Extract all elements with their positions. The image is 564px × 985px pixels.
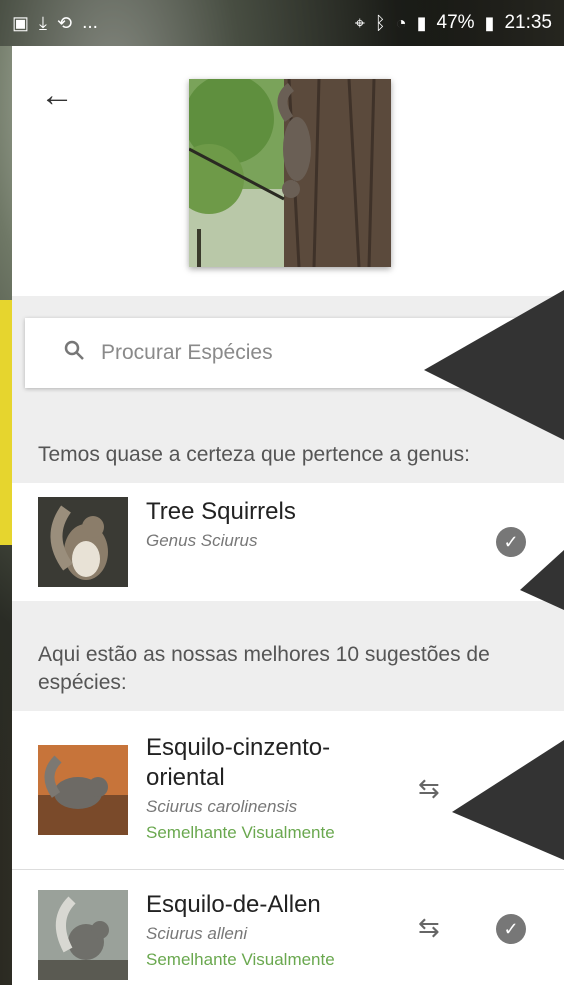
suggestion-row[interactable]: Esquilo-de-Allen Sciurus alleni Semelhan… — [12, 870, 564, 985]
select-check-icon[interactable]: ✓ — [496, 914, 526, 944]
status-ellipsis: ... — [82, 12, 98, 33]
compare-icon[interactable]: ⇆ — [418, 912, 440, 943]
species-scientific-name: Sciurus alleni — [146, 924, 248, 943]
compare-icon[interactable]: ⇆ — [418, 773, 440, 804]
image-icon: ▣ — [12, 12, 30, 33]
download-icon: ⤓ — [39, 12, 47, 33]
suggestion-thumbnail — [38, 745, 128, 835]
location-icon: ⌖ — [354, 12, 365, 33]
tutorial-pointer — [452, 740, 564, 860]
species-scientific-name: Sciurus carolinensis — [146, 797, 298, 816]
status-bar: ▣ ⤓ ⟲ ... ⌖ ᛒ ◔ ▮ 47% ▮ 21:35 — [0, 0, 564, 46]
visual-match-badge: Semelhante Visualmente — [146, 823, 335, 842]
visual-match-badge: Semelhante Visualmente — [146, 950, 335, 969]
sync-icon: ⟲ — [56, 12, 73, 33]
section-spacer — [12, 601, 564, 631]
bluetooth-icon: ᛒ — [374, 12, 386, 33]
genus-name: Tree Squirrels — [146, 498, 296, 525]
battery-percent: 47% — [436, 12, 475, 33]
genus-thumbnail — [38, 497, 128, 587]
search-icon — [63, 339, 91, 367]
suggestion-thumbnail — [38, 890, 128, 980]
wifi-icon: ◔ — [395, 12, 407, 33]
tutorial-pointer — [424, 290, 564, 440]
tutorial-pointer — [520, 550, 564, 610]
genus-scientific-name: Genus Sciurus — [146, 531, 258, 550]
genus-row[interactable]: Tree Squirrels Genus Sciurus ✓ — [12, 483, 564, 601]
species-name: Esquilo-cinzento-oriental — [146, 734, 331, 791]
signal-icon: ▮ — [416, 12, 427, 33]
observation-photo[interactable] — [189, 79, 391, 267]
species-name: Esquilo-de-Allen — [146, 891, 321, 918]
clock: 21:35 — [504, 12, 552, 33]
back-arrow-icon[interactable]: ← — [40, 78, 74, 112]
battery-icon: ▮ — [484, 12, 495, 33]
header: ← — [12, 46, 564, 296]
suggestions-heading: Aqui estão as nossas melhores 10 sugestõ… — [12, 631, 564, 711]
